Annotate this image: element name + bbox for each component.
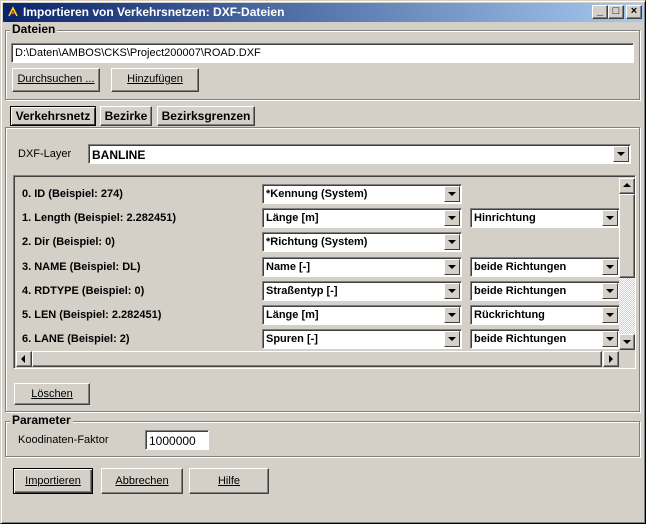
- attribute-mapping-panel[interactable]: 0. ID (Beispiel: 274) *Kennung (System) …: [13, 175, 636, 369]
- attribute-mapping-value: *Kennung (System): [266, 188, 368, 200]
- window-title: Importieren von Verkehrsnetzen: DXF-Date…: [23, 5, 285, 19]
- attribute-mapping-value: *Richtung (System): [266, 236, 368, 248]
- direction-value: beide Richtungen: [474, 285, 567, 297]
- vertical-scroll-thumb[interactable]: [619, 194, 635, 278]
- chevron-down-icon[interactable]: [444, 186, 460, 202]
- chevron-down-icon[interactable]: [602, 307, 618, 323]
- attribute-mapping-value: Name [-]: [266, 261, 311, 273]
- attribute-mapping-select[interactable]: Spuren [-]: [262, 329, 462, 349]
- attribute-mapping-value: Straßentyp [-]: [266, 285, 338, 297]
- scrollbar-corner: [619, 351, 635, 367]
- chevron-down-icon[interactable]: [444, 283, 460, 299]
- scroll-right-button[interactable]: [603, 351, 619, 367]
- direction-value: beide Richtungen: [474, 333, 567, 345]
- attribute-mapping-select[interactable]: Straßentyp [-]: [262, 281, 462, 301]
- dxf-layer-label: DXF-Layer: [18, 148, 72, 160]
- chevron-down-icon[interactable]: [444, 210, 460, 226]
- direction-value: Rückrichtung: [474, 309, 545, 321]
- minimize-button[interactable]: _: [592, 5, 608, 19]
- direction-select[interactable]: beide Richtungen: [470, 257, 620, 277]
- chevron-down-icon[interactable]: [444, 234, 460, 250]
- tab-bezirksgrenzen[interactable]: Bezirksgrenzen: [157, 106, 255, 126]
- tab-verkehrsnetz[interactable]: Verkehrsnetz: [10, 106, 96, 126]
- parameter-group-label: Parameter: [10, 413, 73, 427]
- scroll-up-button[interactable]: [619, 178, 635, 194]
- chevron-down-icon[interactable]: [613, 146, 629, 162]
- cancel-button[interactable]: Abbrechen: [101, 468, 183, 494]
- chevron-down-icon[interactable]: [444, 259, 460, 275]
- direction-select[interactable]: beide Richtungen: [470, 329, 620, 349]
- title-bar[interactable]: Importieren von Verkehrsnetzen: DXF-Date…: [3, 3, 643, 22]
- horizontal-scroll-thumb[interactable]: [32, 351, 602, 367]
- attribute-mapping-value: Länge [m]: [266, 212, 319, 224]
- minimize-icon: _: [596, 5, 604, 17]
- attribute-mapping-select[interactable]: *Richtung (System): [262, 232, 462, 252]
- direction-select[interactable]: Hinrichtung: [470, 208, 620, 228]
- attribute-label: 5. LEN (Beispiel: 2.282451): [22, 309, 162, 321]
- dxf-layer-value: BANLINE: [92, 148, 146, 162]
- attribute-label: 3. NAME (Beispiel: DL): [22, 261, 141, 273]
- import-button[interactable]: Importieren: [13, 468, 93, 494]
- direction-value: beide Richtungen: [474, 261, 567, 273]
- attribute-label: 0. ID (Beispiel: 274): [22, 188, 123, 200]
- attribute-label: 6. LANE (Beispiel: 2): [22, 333, 130, 345]
- chevron-down-icon[interactable]: [602, 283, 618, 299]
- chevron-down-icon[interactable]: [444, 331, 460, 347]
- attribute-mapping-select[interactable]: *Kennung (System): [262, 184, 462, 204]
- chevron-down-icon[interactable]: [602, 210, 618, 226]
- attribute-label: 2. Dir (Beispiel: 0): [22, 236, 115, 248]
- scroll-down-button[interactable]: [619, 334, 635, 350]
- delete-button[interactable]: Löschen: [14, 383, 90, 405]
- dateien-group: [5, 30, 640, 100]
- direction-value: Hinrichtung: [474, 212, 536, 224]
- tab-bezirke[interactable]: Bezirke: [100, 106, 152, 126]
- attribute-mapping-select[interactable]: Name [-]: [262, 257, 462, 277]
- chevron-down-icon[interactable]: [602, 259, 618, 275]
- close-icon: ×: [630, 5, 638, 17]
- chevron-down-icon[interactable]: [602, 331, 618, 347]
- attribute-mapping-value: Spuren [-]: [266, 333, 318, 345]
- help-button[interactable]: Hilfe: [189, 468, 269, 494]
- close-button[interactable]: ×: [626, 5, 642, 19]
- attribute-mapping-select[interactable]: Länge [m]: [262, 208, 462, 228]
- chevron-down-icon[interactable]: [444, 307, 460, 323]
- direction-select[interactable]: beide Richtungen: [470, 281, 620, 301]
- maximize-button[interactable]: □: [608, 5, 624, 19]
- dxf-layer-select[interactable]: BANLINE: [88, 144, 631, 164]
- scroll-left-button[interactable]: [16, 351, 32, 367]
- maximize-icon: □: [612, 5, 620, 17]
- add-button[interactable]: Hinzufügen: [111, 68, 199, 92]
- attribute-label: 1. Length (Beispiel: 2.282451): [22, 212, 177, 224]
- dateien-group-label: Dateien: [10, 22, 58, 36]
- browse-button[interactable]: Durchsuchen ...: [12, 68, 100, 92]
- direction-select[interactable]: Rückrichtung: [470, 305, 620, 325]
- coordinate-factor-label: Koodinaten-Faktor: [18, 434, 109, 446]
- file-path-input[interactable]: D:\Daten\AMBOS\CKS\Project200007\ROAD.DX…: [11, 43, 634, 63]
- app-icon: [7, 6, 19, 18]
- coordinate-factor-input[interactable]: 1000000: [145, 430, 209, 450]
- attribute-label: 4. RDTYPE (Beispiel: 0): [22, 285, 145, 297]
- attribute-mapping-select[interactable]: Länge [m]: [262, 305, 462, 325]
- attribute-mapping-value: Länge [m]: [266, 309, 319, 321]
